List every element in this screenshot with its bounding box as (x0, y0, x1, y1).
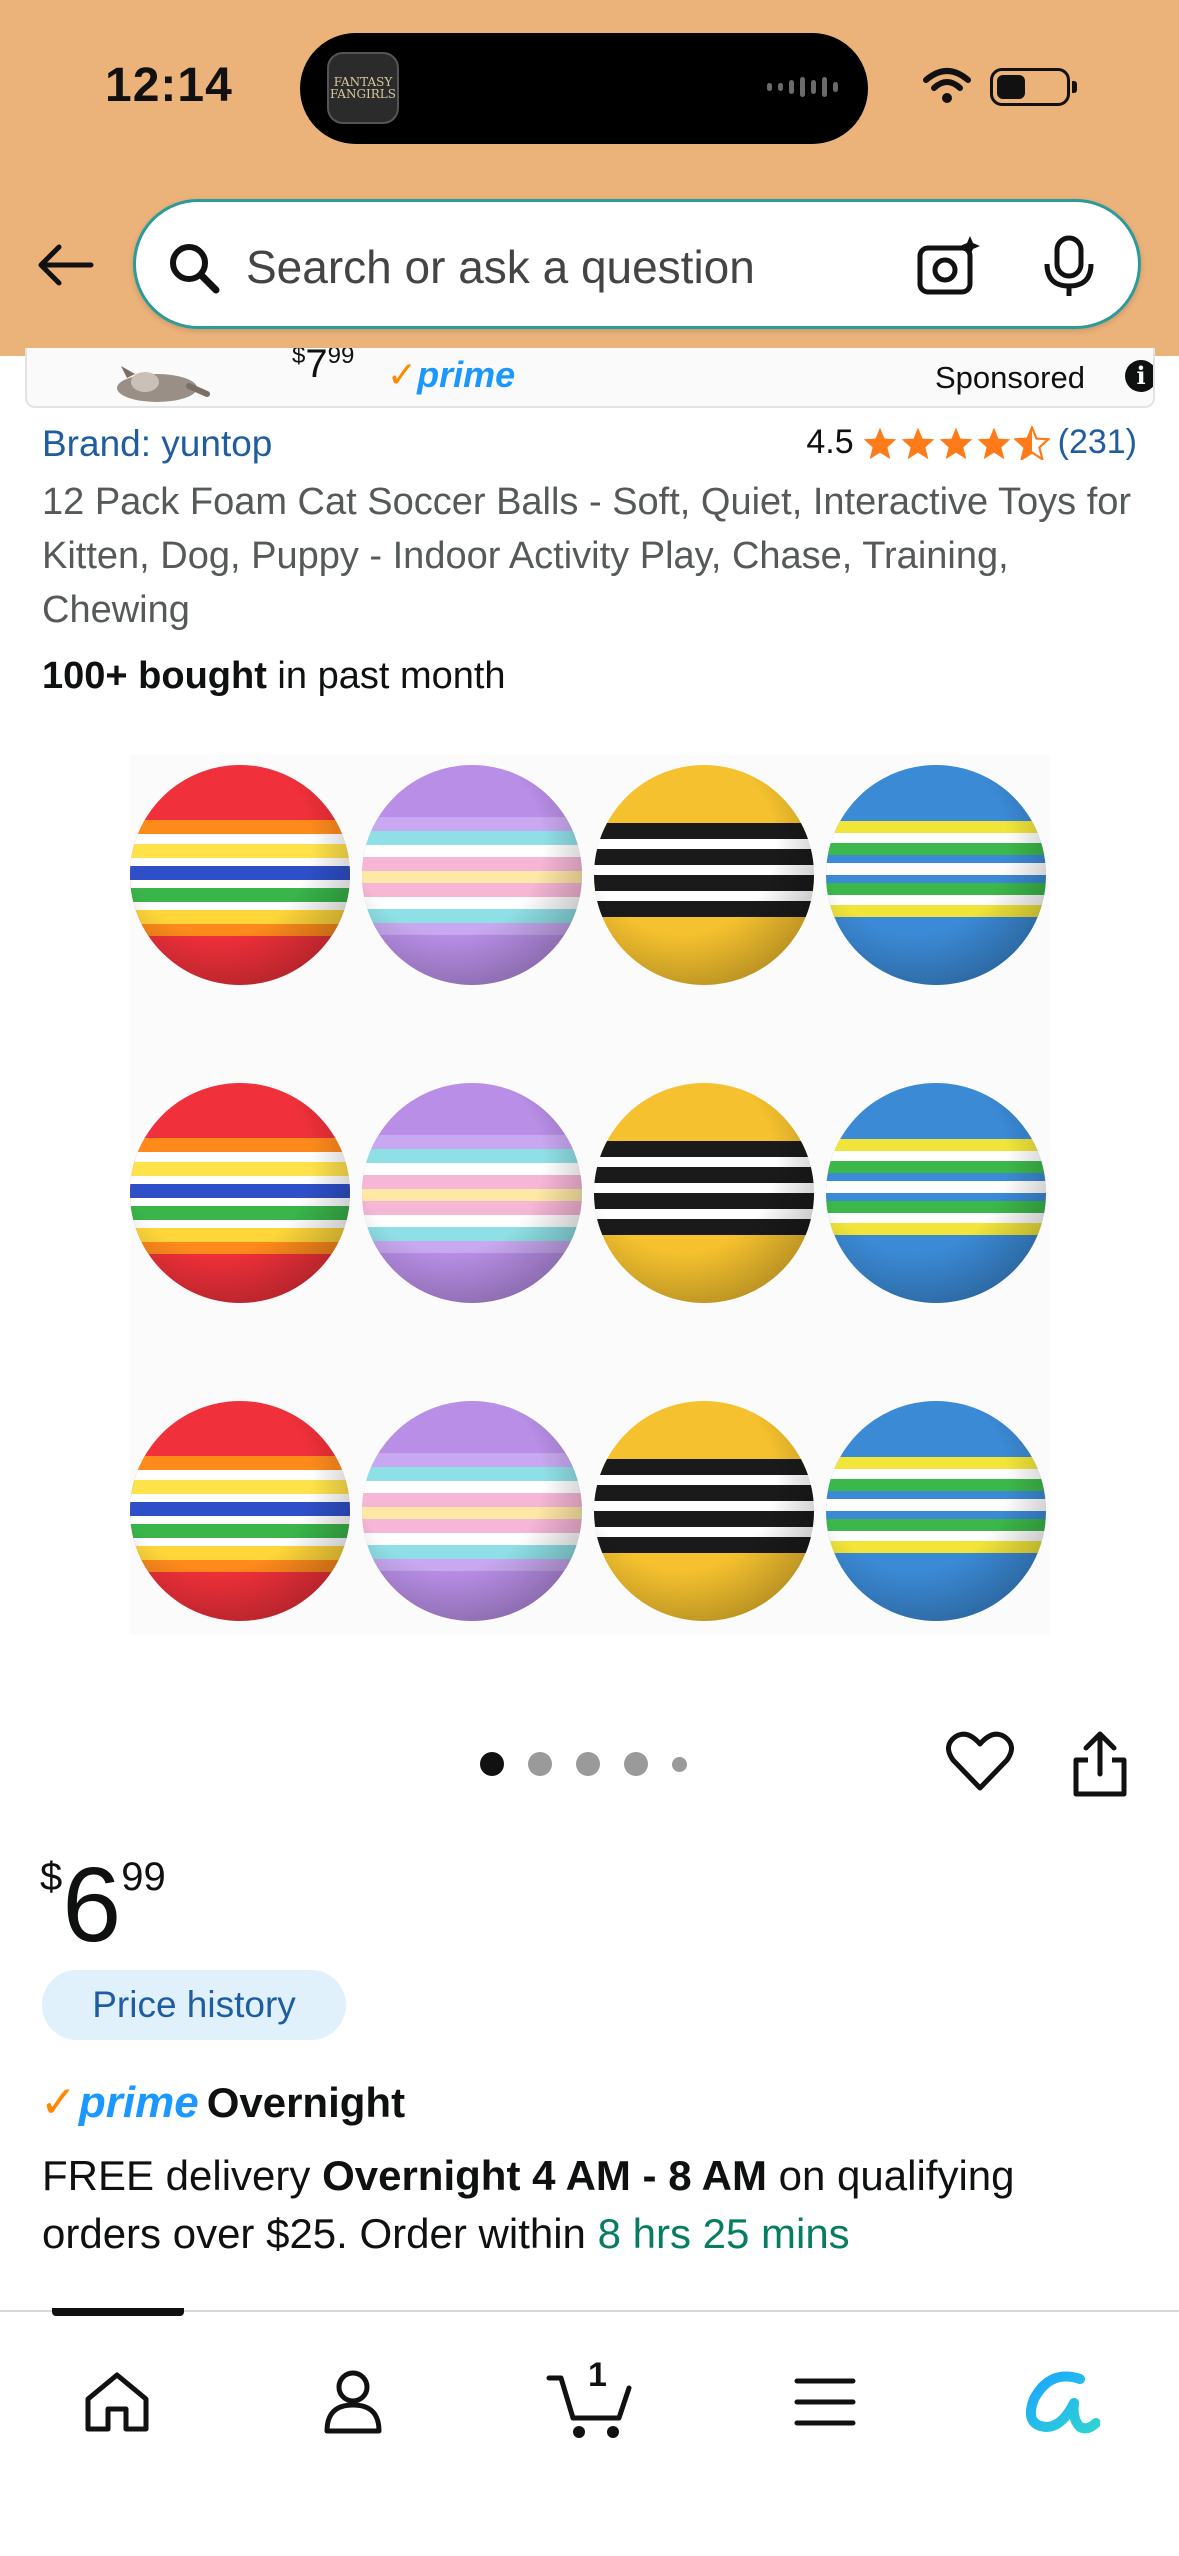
rating-value: 4.5 (806, 423, 854, 461)
island-app-icon: FANTASY FANGIRLS (327, 52, 399, 124)
sponsored-product-card[interactable]: $799 ✓prime Sponsored i (25, 348, 1155, 408)
active-tab-indicator (52, 2308, 184, 2316)
cart-count-badge: 1 (588, 2356, 607, 2394)
heart-icon[interactable] (945, 1730, 1015, 1794)
status-time: 12:14 (105, 59, 233, 112)
product-rating[interactable]: 4.5 (231) (806, 423, 1137, 462)
menu-icon (794, 2378, 856, 2426)
share-icon[interactable] (1070, 1730, 1130, 1800)
search-bar[interactable] (133, 199, 1141, 329)
search-icon (170, 244, 220, 294)
rating-count-link[interactable]: (231) (1058, 423, 1137, 462)
price-history-button[interactable]: Price history (42, 1970, 346, 2040)
back-button[interactable] (30, 230, 100, 300)
arrow-left-icon (38, 244, 94, 286)
nav-account[interactable] (303, 2352, 403, 2452)
audio-wave-icon (767, 77, 838, 97)
carousel-dot-5[interactable] (672, 1756, 687, 1772)
info-icon[interactable]: i (1125, 360, 1153, 392)
rufus-icon (1026, 2371, 1100, 2434)
sponsored-price: $799 (292, 348, 355, 386)
sponsored-product-thumbnail (117, 366, 210, 402)
camera-search-icon[interactable] (916, 234, 982, 300)
search-input[interactable] (246, 232, 926, 302)
account-icon (324, 2370, 382, 2434)
nav-menu[interactable] (775, 2352, 875, 2452)
nav-cart[interactable]: 1 (540, 2352, 640, 2452)
delivery-message: FREE delivery Overnight 4 AM - 8 AM on q… (42, 2152, 1015, 2257)
brand-link[interactable]: Brand: yuntop (42, 423, 272, 465)
image-carousel-dots[interactable] (480, 1752, 687, 1776)
delivery-countdown: 8 hrs 25 mins (597, 2210, 850, 2257)
microphone-icon[interactable] (1041, 234, 1097, 300)
wifi-icon (923, 68, 971, 103)
nav-home[interactable] (67, 2352, 167, 2452)
app-header: 12:14 FANTASY FANGIRLS (0, 0, 1179, 356)
carousel-dot-4[interactable] (624, 1752, 648, 1776)
nav-rufus[interactable] (1010, 2352, 1110, 2452)
carousel-dot-2[interactable] (528, 1752, 552, 1776)
prime-check-icon: ✓ (40, 2078, 77, 2127)
purchase-count: 100+ bought in past month (42, 655, 506, 697)
sponsored-label: Sponsored (935, 360, 1085, 395)
dynamic-island: FANTASY FANGIRLS (300, 33, 868, 144)
carousel-dot-3[interactable] (576, 1752, 600, 1776)
product-image[interactable] (130, 755, 1050, 1635)
battery-icon (990, 68, 1077, 106)
star-rating-icon (862, 425, 1050, 460)
prime-overnight-badge: ✓ prime Overnight (40, 2077, 405, 2128)
bottom-navigation: 1 (0, 2308, 1179, 2556)
product-price: $699 (40, 1846, 166, 1964)
island-app-label: FANTASY FANGIRLS (330, 75, 396, 101)
home-icon (85, 2372, 149, 2432)
prime-tier-label: Overnight (206, 2079, 406, 2126)
prime-logo: prime (78, 2078, 199, 2127)
product-title: 12 Pack Foam Cat Soccer Balls - Soft, Qu… (42, 481, 1132, 631)
sponsored-prime-badge: ✓prime (387, 354, 516, 395)
carousel-dot-1[interactable] (480, 1752, 504, 1776)
